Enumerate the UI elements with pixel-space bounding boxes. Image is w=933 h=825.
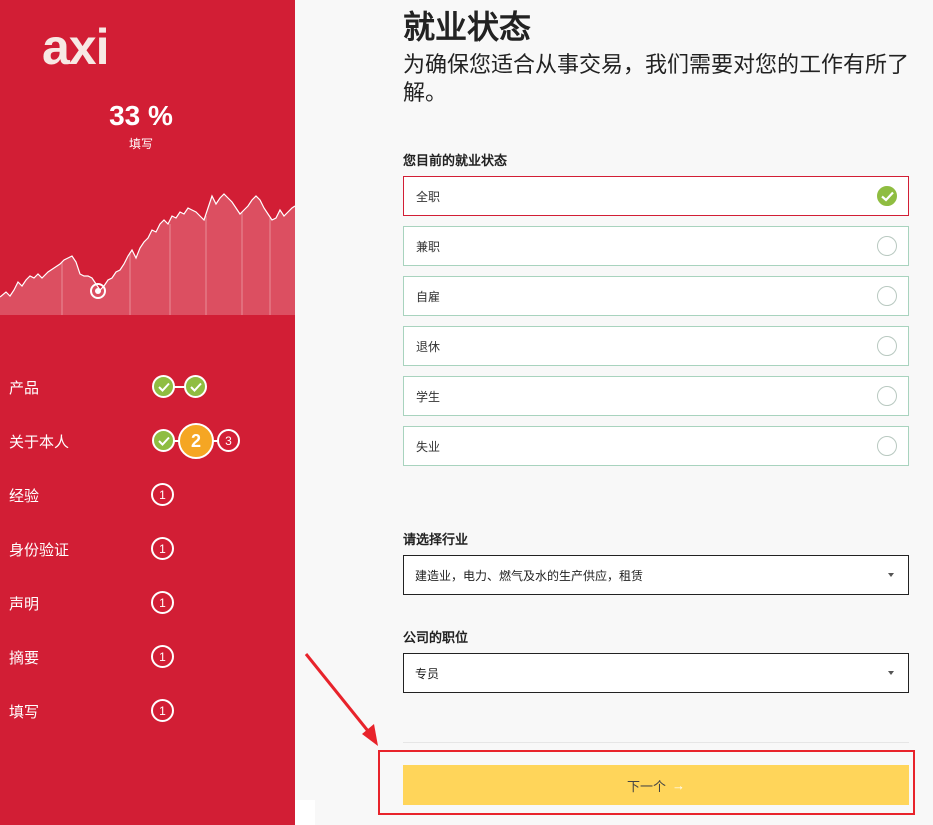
step-declaration[interactable]: 声明 1 bbox=[0, 588, 295, 618]
progress-percent: 33 % bbox=[109, 100, 173, 131]
divider bbox=[403, 742, 909, 743]
page-subtitle: 为确保您适合从事交易，我们需要对您的工作有所了解。 bbox=[403, 53, 910, 106]
step-summary[interactable]: 摘要 1 bbox=[0, 642, 295, 672]
option-retired[interactable]: 退休 bbox=[403, 326, 909, 366]
caret-down-icon bbox=[888, 671, 894, 675]
step-number-badge: 1 bbox=[151, 483, 174, 506]
step-label: 摘要 bbox=[9, 649, 40, 667]
check-icon bbox=[184, 375, 207, 398]
step-products[interactable]: 产品 bbox=[0, 372, 295, 402]
option-self-employed[interactable]: 自雇 bbox=[403, 276, 909, 316]
progress-label: 填写 bbox=[128, 137, 153, 151]
substep-badge: 3 bbox=[217, 429, 240, 452]
progress-chart bbox=[0, 193, 295, 315]
industry-select[interactable]: 建造业，电力、燃气及水的生产供应，租赁 bbox=[403, 555, 909, 595]
option-label: 兼职 bbox=[416, 240, 441, 254]
annotation-highlight-box bbox=[378, 750, 915, 815]
page: axi 33 % 填写 产品 关于本人 2 3 经验 1 身份验证 1 声明 1… bbox=[0, 0, 933, 825]
radio-icon[interactable] bbox=[877, 436, 897, 456]
industry-value: 建造业，电力、燃气及水的生产供应，租赁 bbox=[415, 569, 644, 583]
step-identity-verification[interactable]: 身份验证 1 bbox=[0, 534, 295, 564]
caret-down-icon bbox=[888, 573, 894, 577]
option-student[interactable]: 学生 bbox=[403, 376, 909, 416]
step-experience[interactable]: 经验 1 bbox=[0, 480, 295, 510]
step-label: 产品 bbox=[9, 379, 40, 397]
radio-icon[interactable] bbox=[877, 336, 897, 356]
step-label: 关于本人 bbox=[9, 433, 70, 451]
radio-icon[interactable] bbox=[877, 286, 897, 306]
radio-icon[interactable] bbox=[877, 236, 897, 256]
option-part-time[interactable]: 兼职 bbox=[403, 226, 909, 266]
step-number-badge: 1 bbox=[151, 699, 174, 722]
step-label: 填写 bbox=[9, 703, 40, 721]
step-label: 经验 bbox=[9, 487, 40, 505]
employment-form: 就业状态 为确保您适合从事交易，我们需要对您的工作有所了解。 您目前的就业状态 … bbox=[295, 0, 933, 825]
position-select[interactable]: 专员 bbox=[403, 653, 909, 693]
option-label: 退休 bbox=[416, 340, 441, 354]
step-complete[interactable]: 填写 1 bbox=[0, 696, 295, 726]
option-full-time[interactable]: 全职 bbox=[403, 176, 909, 216]
axi-logo: axi bbox=[42, 19, 110, 75]
annotation-arrow-icon bbox=[304, 653, 378, 746]
option-label: 失业 bbox=[416, 440, 441, 454]
option-label: 全职 bbox=[416, 190, 441, 204]
position-value: 专员 bbox=[415, 667, 440, 681]
option-label: 学生 bbox=[416, 390, 441, 404]
step-number-badge: 1 bbox=[151, 537, 174, 560]
step-about-me[interactable]: 关于本人 2 3 bbox=[0, 423, 295, 459]
chart-area bbox=[0, 194, 295, 315]
employment-status-label: 您目前的就业状态 bbox=[403, 154, 508, 169]
progress-sidebar: axi 33 % 填写 产品 关于本人 2 3 经验 1 身份验证 1 声明 1… bbox=[0, 0, 295, 825]
page-title: 就业状态 bbox=[403, 8, 532, 46]
check-icon bbox=[152, 375, 175, 398]
current-substep-badge: 2 bbox=[178, 423, 214, 459]
position-label: 公司的职位 bbox=[403, 631, 469, 646]
industry-label: 请选择行业 bbox=[403, 533, 469, 548]
step-label: 身份验证 bbox=[9, 541, 70, 559]
radio-checked-icon[interactable] bbox=[877, 186, 897, 206]
step-number-badge: 1 bbox=[151, 645, 174, 668]
check-icon bbox=[152, 429, 175, 452]
step-label: 声明 bbox=[9, 595, 40, 613]
radio-icon[interactable] bbox=[877, 386, 897, 406]
option-label: 自雇 bbox=[416, 290, 441, 304]
step-number-badge: 1 bbox=[151, 591, 174, 614]
background-strip bbox=[295, 800, 315, 825]
option-unemployed[interactable]: 失业 bbox=[403, 426, 909, 466]
